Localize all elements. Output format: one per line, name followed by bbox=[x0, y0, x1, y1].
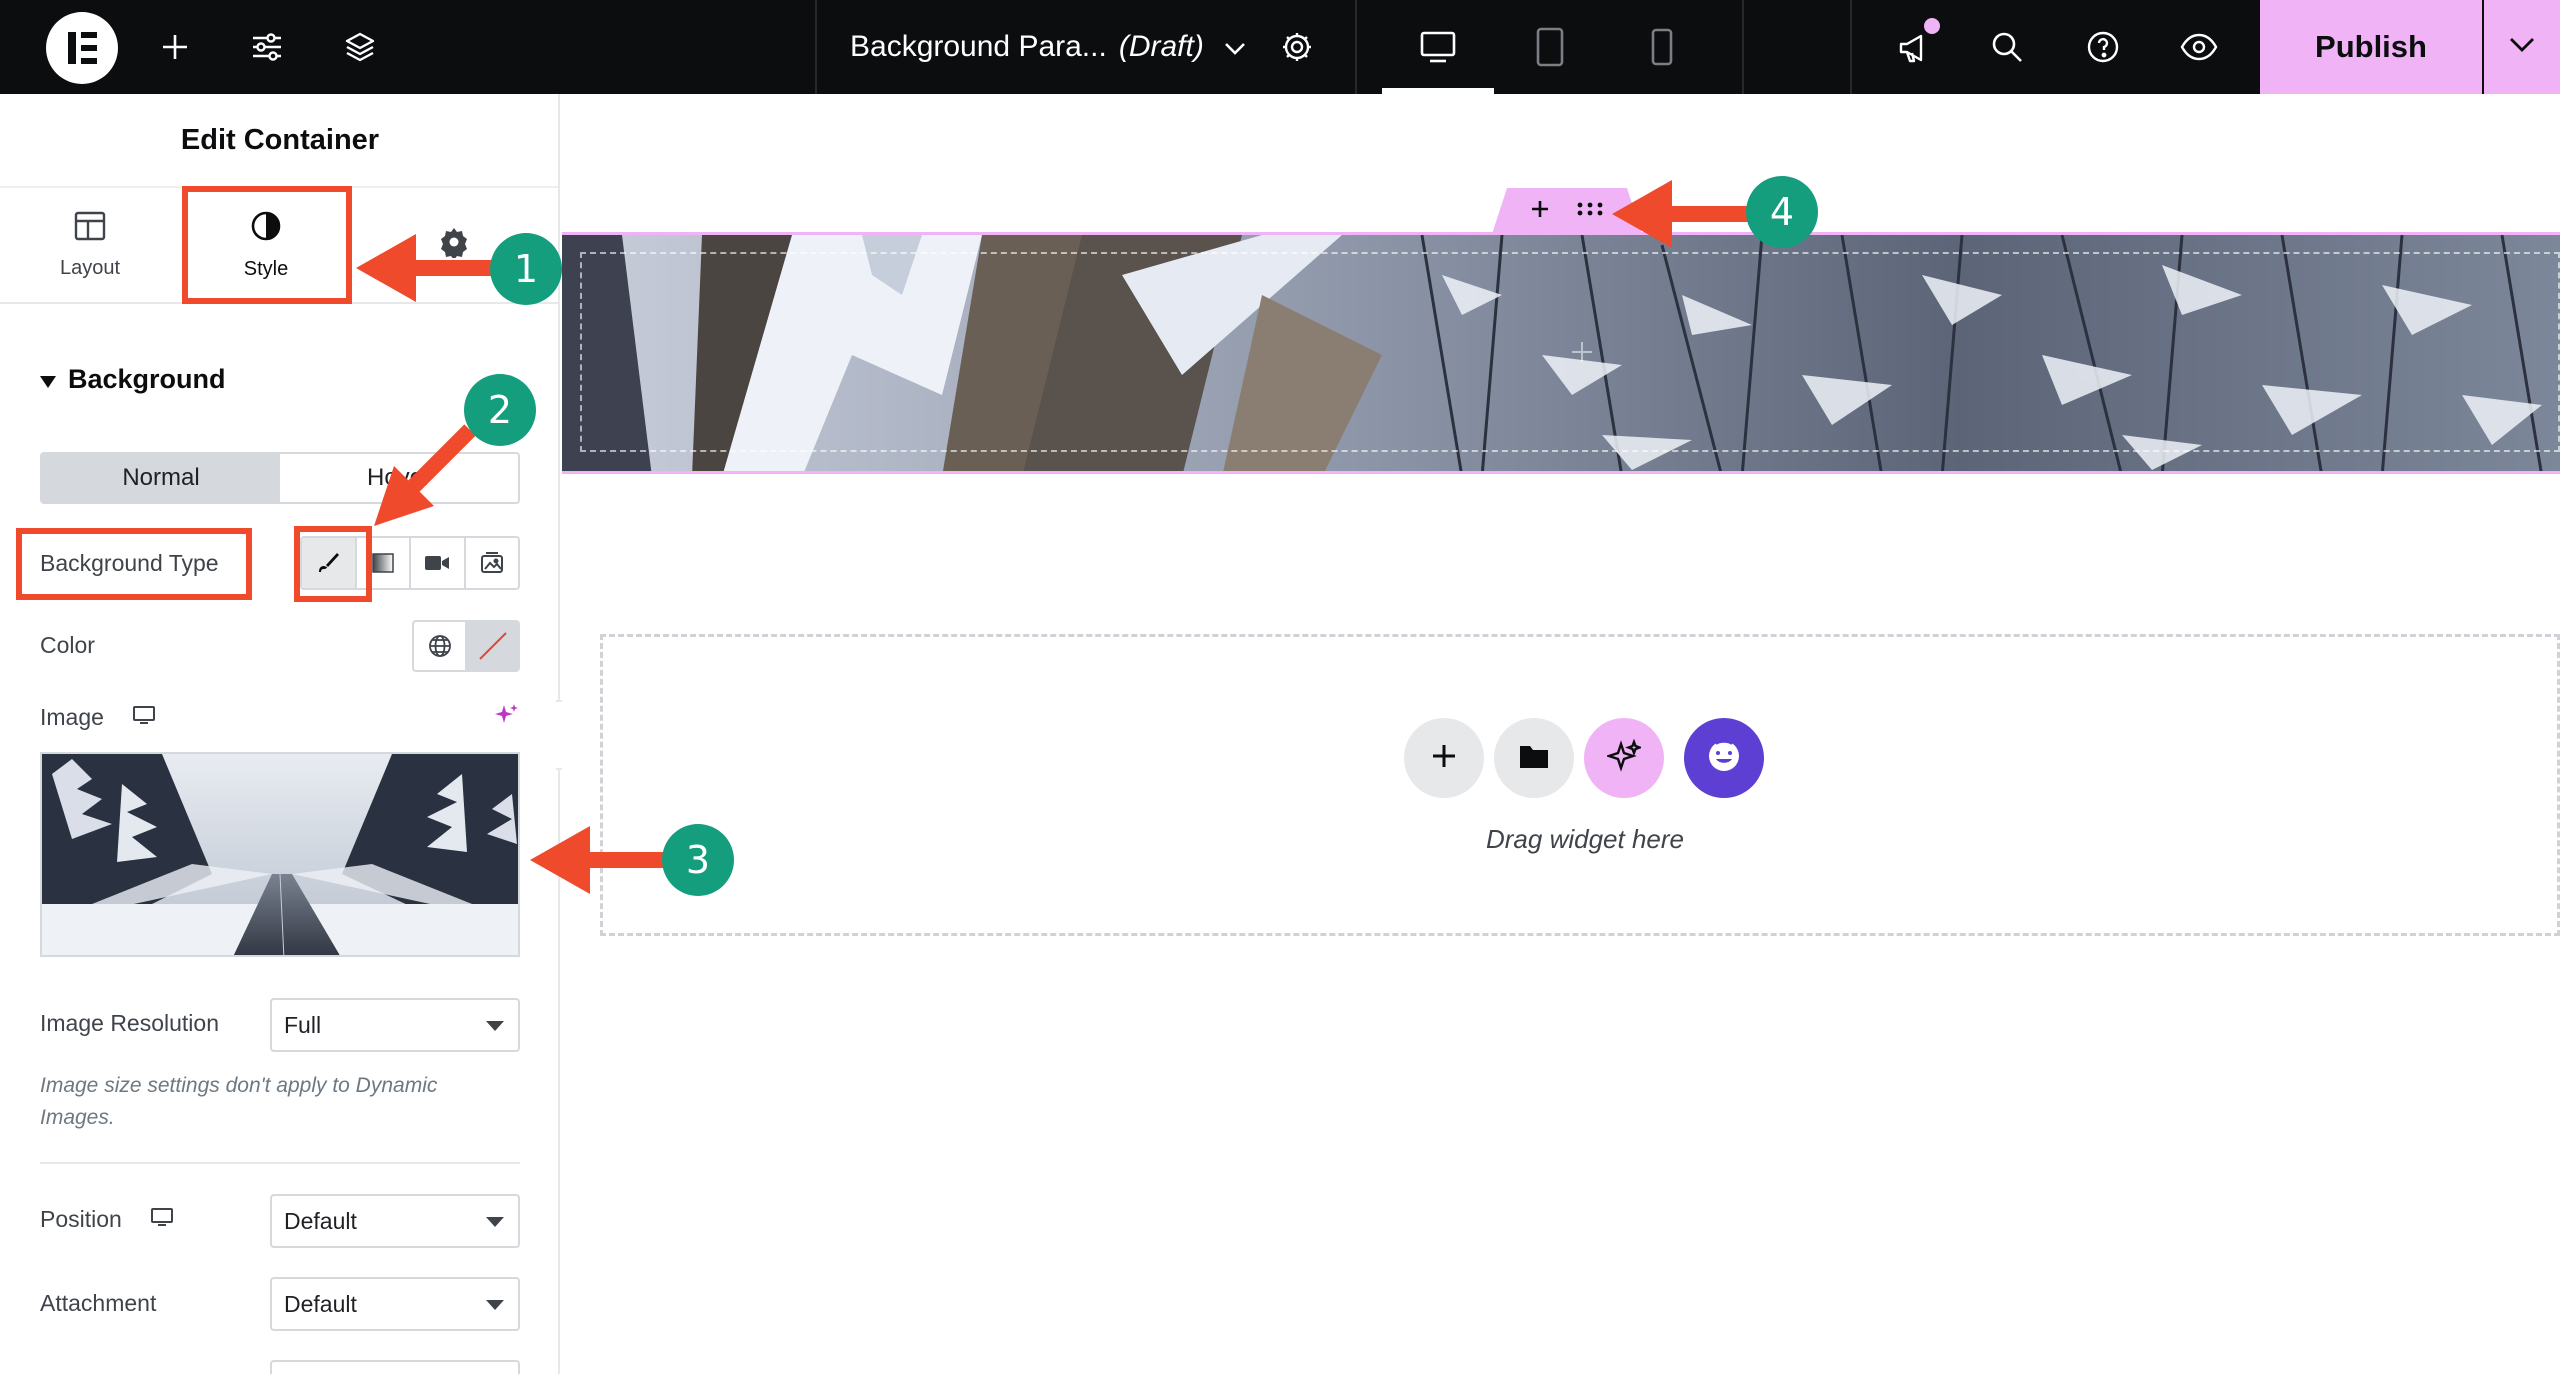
chevron-down-icon bbox=[2509, 37, 2535, 58]
document-title[interactable]: Background Para... (Draft) bbox=[850, 0, 1246, 94]
dropdown-caret-icon bbox=[486, 1217, 504, 1227]
notification-dot bbox=[1924, 18, 1940, 34]
elementor-logo[interactable] bbox=[46, 12, 118, 84]
ai-sparkle-icon[interactable] bbox=[494, 702, 520, 733]
desktop-responsive-icon[interactable] bbox=[132, 704, 156, 731]
image-resolution-value: Full bbox=[284, 1011, 322, 1038]
ai-generate-button[interactable] bbox=[1584, 718, 1664, 798]
document-name: Background Para... bbox=[850, 30, 1107, 63]
step-badge-1: 1 bbox=[490, 233, 562, 305]
caret-down-icon bbox=[40, 364, 56, 395]
step-badge-2: 2 bbox=[464, 374, 536, 446]
help-icon[interactable] bbox=[2068, 0, 2138, 94]
video-icon[interactable] bbox=[411, 538, 466, 588]
add-element-icon[interactable] bbox=[140, 0, 210, 94]
structure-layers-icon[interactable] bbox=[325, 0, 395, 94]
image-resolution-label: Image Resolution bbox=[40, 1010, 219, 1036]
smiley-icon bbox=[1704, 736, 1744, 781]
highlight-style-tab bbox=[182, 186, 352, 304]
tablet-view-icon[interactable] bbox=[1494, 0, 1606, 94]
position-select[interactable]: Default bbox=[270, 1194, 520, 1248]
add-section-button[interactable] bbox=[1404, 718, 1484, 798]
site-settings-icon[interactable] bbox=[232, 0, 302, 94]
highlight-background-type-label bbox=[16, 528, 252, 600]
search-icon[interactable] bbox=[1972, 0, 2042, 94]
image-size-note: Image size settings don't apply to Dynam… bbox=[40, 1074, 438, 1129]
tab-layout-label: Layout bbox=[59, 256, 121, 279]
color-control bbox=[412, 620, 520, 672]
container-inner-dropzone bbox=[580, 252, 2560, 452]
annotation-arrow-2 bbox=[374, 424, 476, 526]
attachment-value: Default bbox=[284, 1290, 357, 1317]
top-bar: Background Para... (Draft) Publish bbox=[0, 0, 2560, 94]
global-colors-icon[interactable] bbox=[414, 622, 465, 670]
step-badge-4: 4 bbox=[1746, 176, 1818, 248]
position-control-header: Position bbox=[40, 1206, 174, 1233]
background-section-header[interactable]: Background bbox=[40, 364, 226, 395]
folder-icon bbox=[1518, 742, 1550, 775]
drag-handle-icon[interactable] bbox=[1576, 201, 1604, 222]
layout-icon bbox=[74, 211, 106, 247]
publish-button[interactable]: Publish bbox=[2260, 0, 2482, 94]
draft-status: (Draft) bbox=[1118, 30, 1204, 63]
drag-widget-hint: Drag widget here bbox=[1486, 824, 1684, 854]
preview-eye-icon[interactable] bbox=[2164, 0, 2234, 94]
position-value: Default bbox=[284, 1207, 357, 1234]
color-label: Color bbox=[40, 632, 95, 658]
annotation-arrow-4 bbox=[1612, 180, 1760, 248]
position-label: Position bbox=[40, 1206, 122, 1232]
image-control-header: Image bbox=[40, 704, 156, 731]
add-container-icon[interactable] bbox=[1530, 199, 1550, 224]
page-settings-gear-icon[interactable] bbox=[1262, 0, 1332, 94]
chevron-down-icon bbox=[1224, 30, 1246, 64]
attachment-label: Attachment bbox=[40, 1290, 157, 1316]
kits-library-button[interactable] bbox=[1684, 718, 1764, 798]
section-divider bbox=[40, 1162, 520, 1164]
whats-new-megaphone-icon[interactable] bbox=[1880, 0, 1950, 94]
image-label: Image bbox=[40, 704, 104, 730]
plus-icon bbox=[1430, 742, 1458, 775]
add-template-button[interactable] bbox=[1494, 718, 1574, 798]
annotation-arrow-3 bbox=[530, 826, 678, 894]
background-image-preview[interactable] bbox=[40, 752, 520, 957]
slideshow-icon[interactable] bbox=[466, 538, 519, 588]
attachment-select[interactable]: Default bbox=[270, 1277, 520, 1331]
image-resolution-select[interactable]: Full bbox=[270, 998, 520, 1052]
tab-layout[interactable]: Layout bbox=[0, 190, 180, 300]
color-swatch[interactable] bbox=[465, 622, 518, 670]
dropdown-caret-icon bbox=[486, 1021, 504, 1031]
add-element-plus-icon[interactable] bbox=[1570, 340, 1594, 369]
panel-title: Edit Container bbox=[0, 94, 558, 188]
next-control-select[interactable] bbox=[270, 1360, 520, 1374]
background-section-title: Background bbox=[68, 364, 226, 394]
empty-drop-area bbox=[600, 634, 2560, 936]
step-badge-3: 3 bbox=[662, 824, 734, 896]
publish-options-button[interactable] bbox=[2484, 0, 2560, 94]
normal-state-button[interactable]: Normal bbox=[42, 454, 280, 502]
ai-sparkle-icon bbox=[1605, 738, 1643, 778]
dropdown-caret-icon bbox=[486, 1300, 504, 1310]
mobile-view-icon[interactable] bbox=[1606, 0, 1718, 94]
desktop-view-icon[interactable] bbox=[1382, 0, 1494, 94]
desktop-responsive-icon[interactable] bbox=[150, 1206, 174, 1233]
